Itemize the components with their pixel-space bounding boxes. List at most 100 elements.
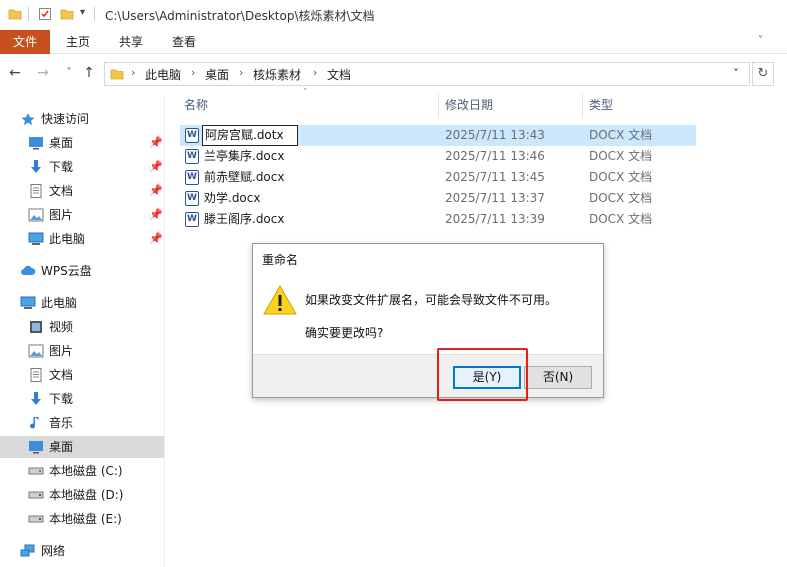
properties-icon[interactable] [38,7,52,21]
pin-icon[interactable]: 📌 [149,132,163,154]
word-document-icon: W [185,212,199,227]
breadcrumb-this-pc[interactable]: 此电脑 [145,66,181,83]
file-type: DOCX 文档 [589,170,653,184]
sidebar-item-music[interactable]: 音乐 [0,412,164,434]
file-row[interactable]: W 前赤壁赋.docx 2025/7/11 13:45 DOCX 文档 [180,167,696,188]
pin-icon[interactable]: 📌 [149,228,163,250]
file-date: 2025/7/11 13:37 [445,191,545,205]
sidebar-item-drive-d[interactable]: 本地磁盘 (D:) [0,484,164,506]
address-dropdown-icon[interactable]: ˅ [733,67,739,81]
sidebar-item-pictures[interactable]: 图片 📌 [0,204,164,226]
new-folder-icon[interactable] [60,7,74,21]
tab-share[interactable]: 共享 [108,30,154,54]
column-header-name[interactable]: 名称 [184,92,208,118]
sidebar-item-this-pc[interactable]: 此电脑 [0,292,164,314]
breadcrumb-documents[interactable]: 文档 [327,66,351,83]
sort-ascending-icon: ˄ [303,88,308,98]
navigation-pane: 快速访问 桌面 📌 下载 📌 文档 📌 图片 📌 此电脑 📌 WPS云盘 此电脑… [0,96,164,567]
file-name: 劝学.docx [204,191,261,205]
file-date: 2025/7/11 13:45 [445,170,545,184]
sidebar-item-label: 此电脑 [41,296,78,310]
back-arrow-icon[interactable]: ← [6,64,24,82]
recent-locations-icon[interactable]: ˅ [60,64,78,82]
tab-view[interactable]: 查看 [161,30,207,54]
qat-dropdown-icon[interactable]: ▾ [80,7,85,18]
file-type: DOCX 文档 [589,191,653,205]
column-header-type[interactable]: 类型 [589,92,613,118]
divider [94,7,95,21]
breadcrumb-desktop[interactable]: 桌面 [205,66,229,83]
video-icon [30,321,42,333]
dialog-button-bar: 是(Y) 否(N) [253,354,603,397]
sidebar-item-drive-c[interactable]: 本地磁盘 (C:) [0,460,164,482]
tab-file[interactable]: 文件 [0,30,50,54]
folder-icon[interactable] [8,7,22,21]
file-row[interactable]: W 劝学.docx 2025/7/11 13:37 DOCX 文档 [180,188,696,209]
file-date: 2025/7/11 13:46 [445,149,545,163]
pin-icon[interactable]: 📌 [149,156,163,178]
rename-dialog: 重命名 如果改变文件扩展名，可能会导致文件不可用。 确实要更改吗? 是(Y) 否… [252,243,604,398]
sidebar-item-label: 网络 [41,544,66,558]
sidebar-item-label: 图片 [49,344,74,358]
file-row[interactable]: W 兰亭集序.docx 2025/7/11 13:46 DOCX 文档 [180,146,696,167]
breadcrumb-separator-icon[interactable]: › [131,66,135,79]
dialog-message: 如果改变文件扩展名，可能会导致文件不可用。 [305,293,558,307]
dialog-body: 如果改变文件扩展名，可能会导致文件不可用。 确实要更改吗? [253,274,603,354]
column-divider[interactable] [582,94,583,118]
ribbon-tabs: 文件 主页 共享 查看 ˅ [0,30,787,54]
picture-icon [28,208,44,222]
word-document-icon: W [185,170,199,185]
sidebar-item-label: 文档 [49,368,74,382]
sidebar-item-documents-pc[interactable]: 文档 [0,364,164,386]
sidebar-item-drive-e[interactable]: 本地磁盘 (E:) [0,508,164,530]
breadcrumb-separator-icon[interactable]: › [191,66,195,79]
tab-home[interactable]: 主页 [55,30,101,54]
file-type: DOCX 文档 [589,128,653,142]
sidebar-item-wps-cloud[interactable]: WPS云盘 [0,260,164,282]
breadcrumb-material[interactable]: 核烁素材 [253,66,301,83]
column-header-date[interactable]: 修改日期 [445,92,493,118]
pane-divider[interactable] [164,96,165,567]
title-bar: ▾ C:\Users\Administrator\Desktop\核烁素材\文档 [0,0,787,30]
address-bar[interactable]: › 此电脑 › 桌面 › 核烁素材 › 文档 ˅ [104,62,750,86]
sidebar-item-network[interactable]: 网络 [0,540,164,562]
sidebar-item-videos[interactable]: 视频 [0,316,164,338]
computer-icon [28,232,44,245]
cloud-icon [21,265,36,275]
file-type: DOCX 文档 [589,212,653,226]
sidebar-item-label: 快速访问 [41,112,90,126]
rename-input[interactable]: 阿房宫赋.dotx [202,125,298,146]
file-date: 2025/7/11 13:39 [445,212,545,226]
up-arrow-icon[interactable]: ↑ [80,64,98,82]
star-icon [21,113,35,126]
sidebar-item-label: 本地磁盘 (D:) [49,488,124,502]
pin-icon[interactable]: 📌 [149,180,163,202]
no-button[interactable]: 否(N) [524,366,592,389]
breadcrumb-separator-icon[interactable]: › [239,66,243,79]
file-name: 前赤壁赋.docx [204,170,285,184]
sidebar-item-label: 桌面 [49,136,74,150]
refresh-icon[interactable]: ↻ [752,62,774,86]
sidebar-item-downloads-pc[interactable]: 下载 [0,388,164,410]
column-divider[interactable] [438,94,439,118]
breadcrumb-separator-icon[interactable]: › [313,66,317,79]
sidebar-item-desktop-pc[interactable]: 桌面 [0,436,164,458]
sidebar-item-downloads[interactable]: 下载 📌 [0,156,164,178]
expand-ribbon-icon[interactable]: ˅ [758,35,763,46]
sidebar-item-this-pc-pinned[interactable]: 此电脑 📌 [0,228,164,250]
pin-icon[interactable]: 📌 [149,204,163,226]
forward-arrow-icon[interactable]: → [34,64,52,82]
file-date: 2025/7/11 13:43 [445,128,545,142]
desktop-icon [29,441,43,454]
file-row[interactable]: W 滕王阁序.docx 2025/7/11 13:39 DOCX 文档 [180,209,696,230]
warning-icon [263,284,297,315]
sidebar-item-label: 文档 [49,184,74,198]
file-name: 滕王阁序.docx [204,212,285,226]
sidebar-item-documents[interactable]: 文档 📌 [0,180,164,202]
word-document-icon: W [185,149,199,164]
sidebar-item-pictures-pc[interactable]: 图片 [0,340,164,362]
sidebar-item-desktop[interactable]: 桌面 📌 [0,132,164,154]
sidebar-item-label: 下载 [49,392,74,406]
file-row[interactable]: W 阿房宫赋.dotx 2025/7/11 13:43 DOCX 文档 [180,125,696,146]
sidebar-item-quick-access[interactable]: 快速访问 [0,108,164,130]
